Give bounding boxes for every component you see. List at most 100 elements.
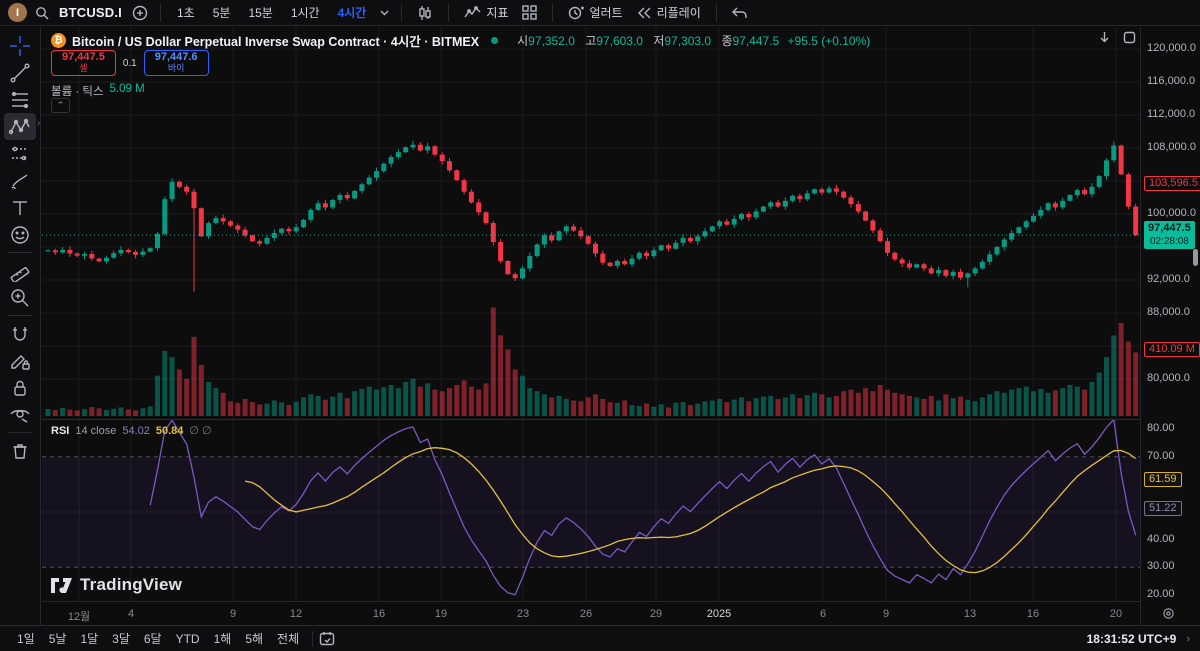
indicators-button[interactable]: 지표 — [461, 2, 511, 23]
price-tick-92000: 92,000.0 — [1147, 273, 1190, 285]
axis-settings-gear-icon[interactable] — [1161, 606, 1176, 621]
lock-drawing-mode-tool[interactable] — [4, 347, 36, 374]
time-tick-29: 29 — [650, 608, 662, 620]
ohlc-values: 시97,352.0 고97,603.0 저97,303.0 종97,447.5 … — [510, 32, 870, 49]
interval-4h-active[interactable]: 4시간 — [334, 2, 371, 23]
rsi-chart-canvas[interactable] — [42, 420, 1140, 601]
order-panel: 97,447.5 셀 0.1 97,447.6 바이 — [51, 50, 209, 76]
undo-icon[interactable] — [729, 5, 750, 21]
range-ytd[interactable]: YTD — [169, 630, 207, 648]
price-scale-scrollbar[interactable] — [1193, 249, 1198, 266]
symbol-search-button[interactable]: BTCUSD.I — [59, 5, 122, 20]
time-tick-12: 12 — [290, 608, 302, 620]
rsi-legend[interactable]: RSI 14 close 54.02 50.84 ∅ ∅ — [51, 424, 212, 437]
time-tick-4: 4 — [128, 608, 134, 620]
go-to-date-calendar-icon[interactable] — [319, 631, 335, 646]
price-axis[interactable]: 120,000.0116,000.0112,000.0108,000.0100,… — [1140, 27, 1200, 625]
close-value: 97,447.5 — [732, 34, 779, 48]
xabcd-pattern-tool[interactable] — [4, 113, 36, 140]
interval-15m[interactable]: 15분 — [244, 2, 276, 23]
sidebar-expand-chevron-icon[interactable]: › — [37, 118, 40, 129]
interval-1h[interactable]: 1시간 — [287, 2, 324, 23]
price-tick-112000: 112,000.0 — [1147, 108, 1195, 120]
toolbar-divider — [160, 4, 161, 22]
close-label: 종 — [721, 34, 732, 48]
chart-legend: ₿ Bitcoin / US Dollar Perpetual Inverse … — [51, 31, 870, 50]
scroll-to-latest-icon[interactable] — [1098, 31, 1111, 44]
fib-retracement-tool[interactable] — [4, 86, 36, 113]
buy-button[interactable]: 97,447.6 바이 — [144, 50, 209, 76]
volume-legend[interactable]: 볼륨 · 틱스 5.09 M — [51, 83, 145, 99]
crosshair-tool[interactable] — [4, 32, 36, 59]
emoji-tool[interactable] — [4, 221, 36, 248]
replay-button[interactable]: 리플레이 — [634, 2, 704, 23]
forecast-tool[interactable] — [4, 140, 36, 167]
add-symbol-icon[interactable] — [132, 5, 148, 21]
range-all[interactable]: 전체 — [270, 628, 306, 649]
time-axis[interactable]: 12월49121619232629202569131620 — [42, 601, 1200, 625]
range-1d[interactable]: 1일 — [10, 628, 42, 649]
remove-drawings-tool[interactable] — [4, 437, 36, 464]
bottom-bar-divider — [312, 631, 313, 647]
maximize-pane-icon[interactable] — [1123, 31, 1136, 44]
magnet-tool[interactable] — [4, 320, 36, 347]
time-tick-13: 13 — [964, 608, 976, 620]
search-icon[interactable] — [35, 6, 49, 20]
symbol-title[interactable]: Bitcoin / US Dollar Perpetual Inverse Sw… — [72, 31, 479, 50]
alert-label: 얼러트 — [589, 4, 622, 21]
range-5y[interactable]: 5해 — [238, 628, 270, 649]
time-tick-9: 9 — [883, 608, 889, 620]
spread-value: 0.1 — [123, 58, 137, 69]
clock-utc[interactable]: 18:31:52 UTC+9 — [1087, 632, 1177, 646]
change-value: +95.5 (+0.10%) — [788, 34, 871, 48]
trend-line-tool[interactable] — [4, 59, 36, 86]
measure-tool[interactable] — [4, 257, 36, 284]
price-tick-88000: 88,000.0 — [1147, 306, 1190, 318]
indicators-label: 지표 — [486, 4, 508, 21]
market-status-dot[interactable] — [491, 37, 498, 44]
alert-clock-icon — [568, 5, 584, 21]
range-6m[interactable]: 6달 — [137, 628, 169, 649]
buy-price: 97,447.6 — [155, 52, 198, 63]
lock-all-drawings-tool[interactable] — [4, 374, 36, 401]
rsi-tick-30: 30.00 — [1147, 560, 1175, 572]
rsi-ma-marker: 61.59 — [1144, 472, 1182, 487]
price-chart-canvas[interactable] — [42, 27, 1140, 419]
open-value: 97,352.0 — [528, 34, 575, 48]
brush-tool[interactable] — [4, 167, 36, 194]
rsi-ma-value: 50.84 — [156, 425, 184, 437]
open-label: 시 — [517, 34, 528, 48]
range-3m[interactable]: 3달 — [105, 628, 137, 649]
sell-price: 97,447.5 — [62, 52, 105, 63]
time-tick-2025: 2025 — [707, 608, 731, 620]
indicators-icon — [464, 6, 481, 20]
text-tool[interactable] — [4, 194, 36, 221]
interval-5m[interactable]: 5분 — [209, 2, 235, 23]
current-price-label: 97,447.502:28:08 — [1144, 221, 1195, 249]
hide-all-drawings-tool[interactable] — [4, 401, 36, 428]
toolbar-divider — [716, 4, 717, 22]
bitcoin-icon: ₿ — [51, 33, 66, 48]
interval-1s[interactable]: 1초 — [173, 2, 199, 23]
bottom-bar-chevron-icon[interactable]: › — [1186, 633, 1190, 645]
pane-separator[interactable] — [42, 419, 1140, 420]
range-1y[interactable]: 1해 — [207, 628, 239, 649]
time-tick-9: 9 — [230, 608, 236, 620]
zoom-in-tool[interactable] — [4, 284, 36, 311]
replay-label: 리플레이 — [657, 4, 701, 21]
sidebar-divider — [7, 252, 33, 253]
layout-grid-icon[interactable] — [519, 3, 540, 22]
legend-collapse-button[interactable]: ⌃ — [51, 98, 70, 113]
interval-dropdown-chevron-icon[interactable] — [380, 10, 389, 16]
time-tick-26: 26 — [580, 608, 592, 620]
toolbar-divider — [401, 4, 402, 22]
chart-style-candles-icon[interactable] — [414, 3, 436, 23]
range-5d[interactable]: 5날 — [42, 628, 74, 649]
alert-button[interactable]: 얼러트 — [565, 2, 625, 23]
range-1m[interactable]: 1달 — [73, 628, 105, 649]
time-tick-23: 23 — [517, 608, 529, 620]
account-avatar[interactable]: I — [8, 3, 27, 22]
price-marker-red: 103,596.5 — [1144, 176, 1200, 191]
tradingview-logo[interactable]: TradingView — [51, 575, 182, 595]
sell-button[interactable]: 97,447.5 셀 — [51, 50, 116, 76]
